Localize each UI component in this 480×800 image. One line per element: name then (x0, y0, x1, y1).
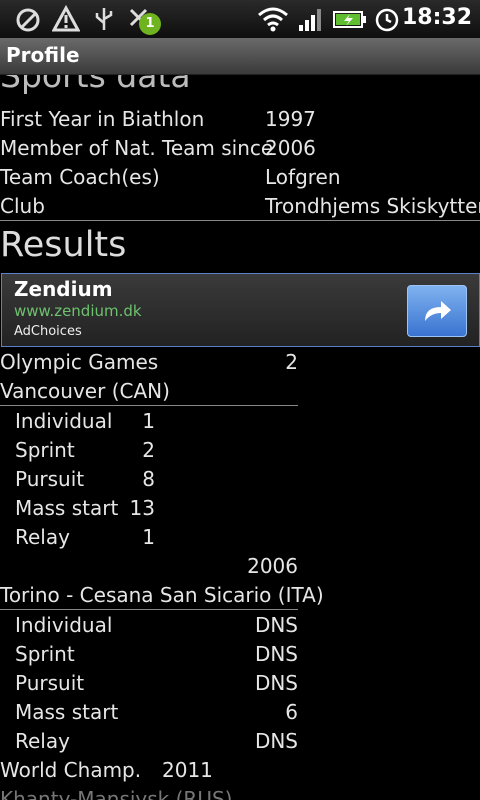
row-label: Club (0, 194, 45, 218)
row-value: Lofgren (265, 165, 341, 189)
event-rank: 8 (142, 467, 155, 491)
event-name: Relay (15, 729, 70, 753)
result-row: Pursuit 8 (0, 465, 155, 494)
sports-data-heading: Sports data (0, 75, 191, 95)
event-title-torino: Torino - Cesana San Sicario (ITA) (0, 583, 324, 607)
result-row: Relay 1 (0, 523, 155, 552)
event-rank: DNS (254, 671, 298, 695)
ad-open-button[interactable] (407, 285, 467, 337)
divider (0, 609, 298, 610)
divider (0, 220, 480, 221)
page-title: Profile (6, 43, 80, 67)
event-name: Pursuit (15, 467, 85, 491)
sports-row: Team Coach(es) Lofgren (0, 163, 480, 192)
result-row: Individual 1 (0, 407, 155, 436)
event-rank: 1 (142, 409, 155, 433)
event-name: Sprint (15, 642, 75, 666)
sports-row: Club Trondhjems Skiskyttere (0, 192, 480, 221)
event-rank: 1 (142, 525, 155, 549)
row-label: First Year in Biathlon (0, 107, 205, 131)
results-heading: Results (0, 225, 127, 265)
event-name: Pursuit (15, 671, 85, 695)
title-bar: Profile (0, 38, 480, 75)
row-label: Team Coach(es) (0, 165, 160, 189)
event-title-vancouver: Vancouver (CAN) (0, 379, 170, 403)
event-name: Relay (15, 525, 70, 549)
torino-year-row: 2006 (0, 552, 298, 581)
warning-icon (52, 5, 80, 32)
event-rank: 13 (129, 496, 155, 520)
profile-content[interactable]: Sports data First Year in Biathlon 1997 … (0, 75, 480, 800)
event-name: Individual (15, 613, 113, 637)
divider (0, 405, 298, 406)
world-champ-year: 2011 (162, 758, 213, 782)
olympic-label: Olympic Games (0, 350, 159, 374)
row-value: 1997 (265, 107, 316, 131)
row-value: Trondhjems Skiskyttere (265, 194, 480, 218)
notification-badge: 1 (139, 13, 161, 35)
event-name: Mass start (15, 496, 119, 520)
event-rank: DNS (254, 642, 298, 666)
result-row: Pursuit DNS (0, 669, 298, 698)
event-title-partial: Khanty-Mansiysk (RUS) (0, 787, 233, 800)
event-name: Individual (15, 409, 113, 433)
ad-title: Zendium (14, 277, 113, 301)
wifi-icon (258, 7, 288, 32)
ad-banner[interactable]: Zendium www.zendium.dk AdChoices (1, 273, 480, 347)
status-bar: 1 18:32 (0, 0, 480, 38)
sports-row: First Year in Biathlon 1997 (0, 105, 480, 134)
olympic-count: 2 (285, 350, 298, 374)
result-row: Relay DNS (0, 727, 298, 756)
event-rank: DNS (254, 729, 298, 753)
olympic-games-row: Olympic Games 2 (0, 348, 298, 377)
result-row: Sprint DNS (0, 640, 298, 669)
event-rank: DNS (254, 613, 298, 637)
alarm-icon (375, 8, 399, 32)
result-row: Sprint 2 (0, 436, 155, 465)
row-label: Member of Nat. Team since (0, 136, 274, 160)
world-champ-row: World Champ. 2011 (0, 756, 298, 785)
event-rank: 2 (142, 438, 155, 462)
ad-url[interactable]: www.zendium.dk (14, 302, 142, 320)
ad-choices-link[interactable]: AdChoices (14, 324, 82, 339)
event-name: Mass start (15, 700, 119, 724)
result-row: Mass start 6 (0, 698, 298, 727)
signal-icon (299, 9, 321, 31)
result-row: Mass start 13 (0, 494, 155, 523)
torino-year: 2006 (247, 554, 298, 578)
world-champ-label: World Champ. (0, 758, 142, 782)
event-name: Sprint (15, 438, 75, 462)
share-arrow-icon (425, 301, 451, 321)
usb-debug-icon (16, 8, 40, 32)
event-rank: 6 (285, 700, 298, 724)
result-row: Individual DNS (0, 611, 298, 640)
row-value: 2006 (265, 136, 316, 160)
status-time: 18:32 (401, 5, 472, 30)
sports-row: Member of Nat. Team since 2006 (0, 134, 480, 163)
battery-charging-icon (333, 11, 366, 28)
usb-icon (95, 8, 113, 30)
